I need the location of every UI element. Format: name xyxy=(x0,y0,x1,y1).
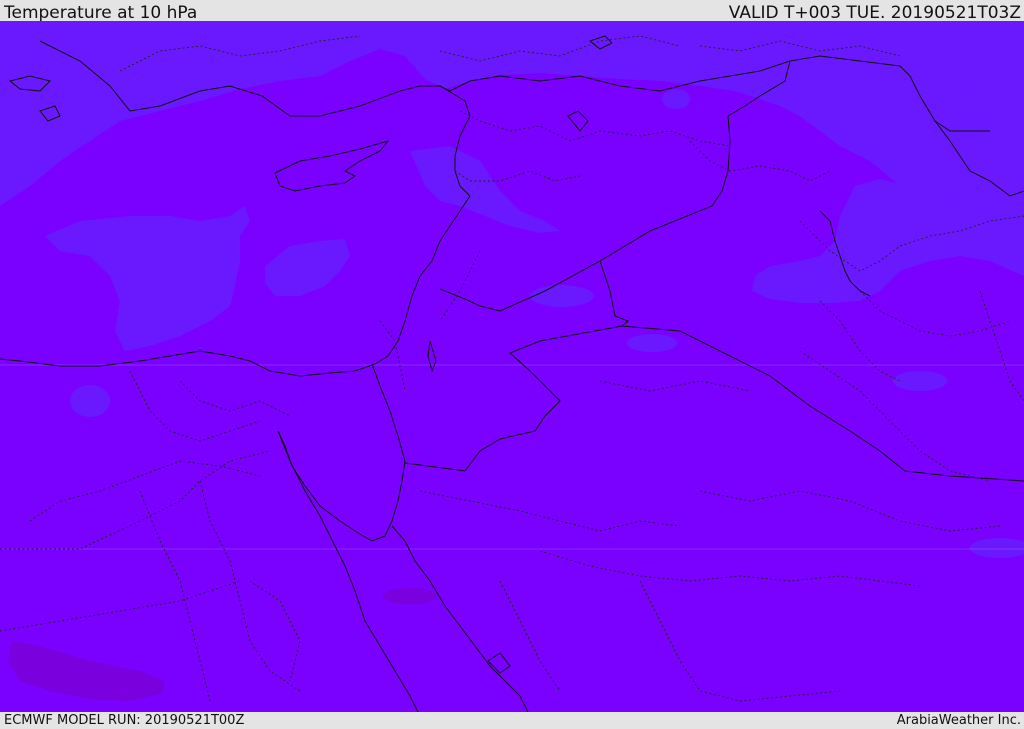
temperature-map[interactable] xyxy=(0,21,1024,712)
turkey-cool-blob-a xyxy=(946,77,978,95)
map-canvas xyxy=(0,21,1024,712)
iraq-cool-blob xyxy=(627,334,677,352)
turkey-cool-blob-b xyxy=(974,103,1010,119)
jordan-cool-blob xyxy=(530,285,594,307)
map-header: Temperature at 10 hPa VALID T+003 TUE. 2… xyxy=(0,0,1024,23)
mediterranean-cool-blob xyxy=(70,385,110,417)
gulf-cool-blob xyxy=(893,371,947,391)
credit-label: ArabiaWeather Inc. xyxy=(896,713,1021,728)
map-title: Temperature at 10 hPa xyxy=(4,3,198,23)
red-sea-warm-blob xyxy=(383,588,437,604)
black-sea-cool-blob xyxy=(662,89,690,109)
model-run-label: ECMWF MODEL RUN: 20190521T00Z xyxy=(4,713,245,728)
map-footer: ECMWF MODEL RUN: 20190521T00Z ArabiaWeat… xyxy=(0,712,1024,729)
valid-time-label: VALID T+003 TUE. 20190521T03Z xyxy=(728,3,1021,23)
